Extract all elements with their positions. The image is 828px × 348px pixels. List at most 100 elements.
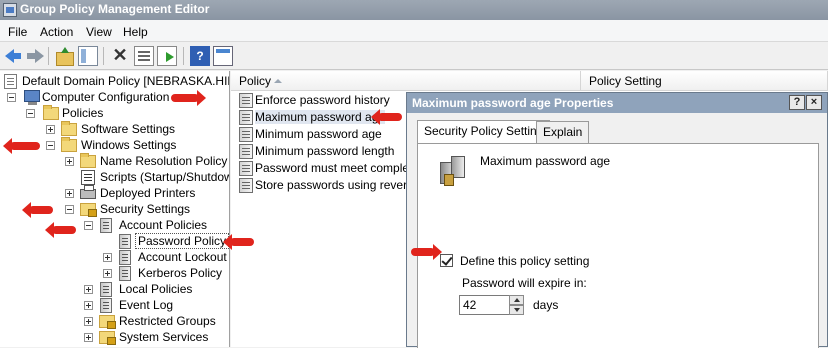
spin-up-button[interactable] <box>509 295 524 305</box>
policy-icon <box>239 144 253 159</box>
annotation-arrow <box>45 222 76 238</box>
expand-icon[interactable] <box>84 333 93 342</box>
menu-view[interactable]: View <box>86 25 112 39</box>
dialog-title: Maximum password age Properties <box>412 96 614 110</box>
scripts-icon <box>81 170 95 185</box>
tree-item-default-domain-policy[interactable]: Default Domain Policy [NEBRASKA.HILLTOP <box>4 73 229 89</box>
tree-item-local-policies[interactable]: Local Policies <box>80 281 229 297</box>
tree-item-account-policies[interactable]: Account Policies <box>80 217 229 233</box>
policy-icon <box>239 127 253 142</box>
expand-icon[interactable] <box>46 125 55 134</box>
up-one-level-icon[interactable] <box>54 46 74 66</box>
delete-icon[interactable]: ✕ <box>110 46 130 66</box>
computer-icon <box>24 90 40 105</box>
tree-item-name-resolution-policy[interactable]: Name Resolution Policy <box>60 153 229 169</box>
app-icon <box>3 3 17 17</box>
annotation-arrow <box>22 202 53 218</box>
forward-arrow-icon[interactable] <box>25 46 45 66</box>
expand-icon[interactable] <box>103 269 112 278</box>
properties-dialog: Maximum password age Properties ? × Secu… <box>406 92 828 348</box>
back-arrow-icon[interactable] <box>3 46 23 66</box>
tree-item-software-settings[interactable]: Software Settings <box>40 121 229 137</box>
tab-explain[interactable]: Explain <box>536 121 590 143</box>
unit-label: days <box>533 298 559 312</box>
dialog-close-button[interactable]: × <box>806 95 822 110</box>
title-bar: Group Policy Management Editor <box>0 0 828 20</box>
event-log-icon <box>100 298 112 313</box>
menu-help[interactable]: Help <box>123 25 148 39</box>
spin-down-button[interactable] <box>509 305 524 315</box>
tree-item-deployed-printers[interactable]: Deployed Printers <box>60 185 229 201</box>
tree-item-account-lockout-policy[interactable]: Account Lockout P <box>100 249 229 265</box>
properties-icon[interactable] <box>134 46 154 66</box>
dialog-help-button[interactable]: ? <box>789 95 805 110</box>
expand-icon[interactable] <box>65 189 74 198</box>
password-policy-icon <box>119 234 131 249</box>
annotation-arrow <box>371 109 402 125</box>
expand-icon[interactable] <box>84 285 93 294</box>
show-hide-action-pane-icon[interactable] <box>213 46 233 66</box>
account-lockout-icon <box>119 250 131 265</box>
collapse-icon[interactable] <box>84 221 93 230</box>
tab-content: Maximum password age Define this policy … <box>417 143 819 348</box>
show-hide-tree-icon[interactable] <box>78 46 98 66</box>
tree-item-windows-settings[interactable]: Windows Settings <box>40 137 229 153</box>
toolbar-separator <box>103 47 104 65</box>
menu-action[interactable]: Action <box>40 25 73 39</box>
expand-icon[interactable] <box>84 317 93 326</box>
expand-icon[interactable] <box>65 157 74 166</box>
expand-icon[interactable] <box>103 253 112 262</box>
folder-icon <box>61 137 77 152</box>
list-row-enforce-password-history[interactable]: Enforce password history <box>239 92 409 108</box>
export-list-icon[interactable] <box>157 46 177 66</box>
dialog-title-bar[interactable]: Maximum password age Properties ? × <box>407 93 827 113</box>
policy-icon <box>440 156 468 188</box>
policy-icon <box>239 161 253 176</box>
tree-item-event-log[interactable]: Event Log <box>80 297 229 313</box>
annotation-arrow <box>171 90 206 106</box>
restricted-groups-icon <box>99 315 116 329</box>
folder-icon <box>43 105 59 120</box>
expand-icon[interactable] <box>84 301 93 310</box>
folder-icon <box>80 153 96 168</box>
policy-icon <box>239 178 253 193</box>
menu-bar: File Action View Help <box>0 20 828 42</box>
printer-icon <box>80 185 96 199</box>
tab-security-policy-setting[interactable]: Security Policy Setting <box>417 120 551 143</box>
expire-label: Password will expire in: <box>462 276 587 290</box>
annotation-arrow <box>3 138 40 154</box>
toolbar-separator <box>183 47 184 65</box>
collapse-icon[interactable] <box>65 205 74 214</box>
folder-icon <box>61 121 77 136</box>
tree-item-scripts[interactable]: Scripts (Startup/Shutdown <box>60 169 229 185</box>
list-row-minimum-password-age[interactable]: Minimum password age <box>239 126 409 142</box>
define-policy-label[interactable]: Define this policy setting <box>460 254 589 268</box>
tree-item-password-policy[interactable]: Password Policy <box>116 233 229 249</box>
column-header-policy[interactable]: Policy <box>231 71 581 91</box>
help-icon[interactable]: ? <box>190 46 210 66</box>
tree-item-policies[interactable]: Policies <box>20 105 229 121</box>
account-policies-icon <box>100 218 112 233</box>
tree-item-restricted-groups[interactable]: Restricted Groups <box>80 313 229 329</box>
menu-file[interactable]: File <box>8 25 27 39</box>
system-services-icon <box>99 331 116 345</box>
annotation-arrow <box>223 234 254 250</box>
policy-document-icon <box>4 74 17 89</box>
window-title: Group Policy Management Editor <box>20 2 210 16</box>
collapse-icon[interactable] <box>7 93 16 102</box>
toolbar-separator <box>48 47 49 65</box>
annotation-arrow <box>411 244 442 260</box>
collapse-icon[interactable] <box>26 109 35 118</box>
list-row-store-passwords-reversible[interactable]: Store passwords using reversib <box>239 177 422 193</box>
column-header-policy-setting[interactable]: Policy Setting <box>581 71 828 91</box>
tree-item-security-settings[interactable]: Security Settings <box>60 201 229 217</box>
tree-item-kerberos-policy[interactable]: Kerberos Policy <box>100 265 229 281</box>
kerberos-policy-icon <box>119 266 131 281</box>
security-settings-icon <box>80 203 97 217</box>
collapse-icon[interactable] <box>46 141 55 150</box>
sort-ascending-icon <box>274 79 282 83</box>
list-row-minimum-password-length[interactable]: Minimum password length <box>239 143 409 159</box>
toolbar: ✕ ? <box>0 42 828 70</box>
tree-item-system-services[interactable]: System Services <box>80 329 229 345</box>
list-row-password-complexity[interactable]: Password must meet complexity <box>239 160 427 176</box>
